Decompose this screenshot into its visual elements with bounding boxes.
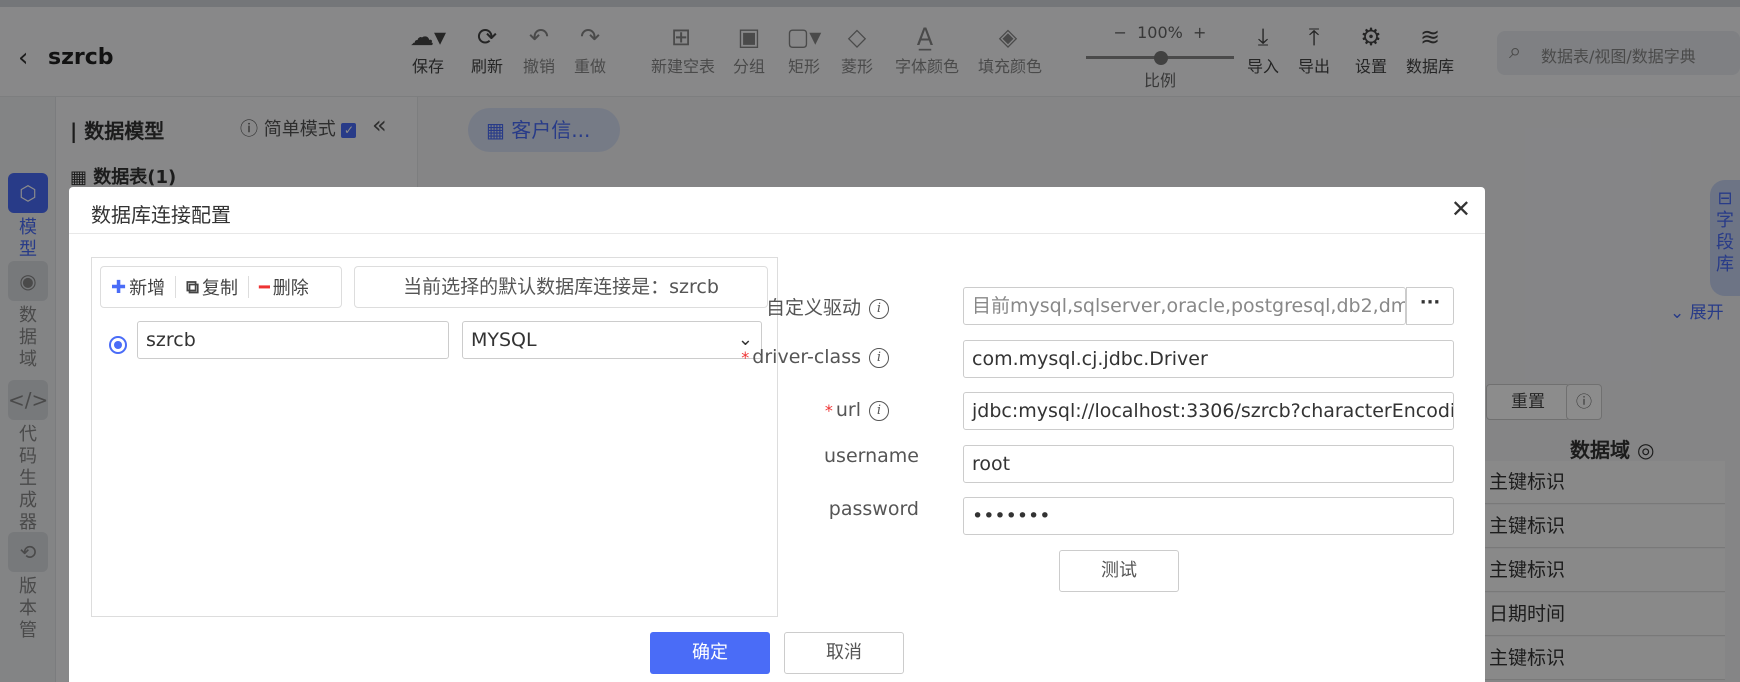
cancel-button[interactable]: 取消 [784,632,904,674]
dialog-header: 数据库连接配置 ✕ [69,187,1485,234]
close-icon[interactable]: ✕ [1451,195,1471,223]
connection-name-input[interactable]: szrcb [137,321,449,359]
plus-icon: ✚ [111,276,127,298]
more-button[interactable]: ··· [1406,287,1454,325]
info-icon[interactable]: i [869,400,889,421]
custom-driver-input[interactable]: 目前mysql,sqlserver,oracle,postgresql,db2,… [963,287,1406,325]
delete-connection-button[interactable]: ━ 删除 [249,276,319,300]
copy-icon: ⧉ [186,276,199,298]
custom-driver-label: 自定义驱动 i [689,293,889,320]
connection-list-panel: ✚ 新增 ⧉ 复制 ━ 删除 当前选择的默认数据库连接是：szrcb szrcb MY… [91,257,778,617]
url-label: * url i [689,399,889,421]
driver-class-input[interactable]: com.mysql.cj.jdbc.Driver [963,340,1454,378]
copy-connection-button[interactable]: ⧉ 复制 [176,276,249,299]
driver-class-label: * driver-class i [689,346,889,368]
ok-button[interactable]: 确定 [650,632,770,674]
connection-toolbar: ✚ 新增 ⧉ 复制 ━ 删除 [100,266,342,308]
connection-radio[interactable] [109,336,127,354]
username-label: username [824,445,919,467]
db-connection-dialog: 数据库连接配置 ✕ ✚ 新增 ⧉ 复制 ━ 删除 当前选择的默认数据库连接是：szrc… [69,187,1485,682]
test-button[interactable]: 测试 [1059,550,1179,592]
url-input[interactable]: jdbc:mysql://localhost:3306/szrcb?charac… [963,392,1454,430]
minus-icon: ━ [258,276,270,298]
password-input[interactable]: ••••••• [963,497,1454,535]
username-input[interactable]: root [963,445,1454,483]
info-icon[interactable]: i [869,347,889,368]
add-connection-button[interactable]: ✚ 新增 [101,276,177,299]
dialog-title: 数据库连接配置 [91,203,231,227]
password-label: password [828,498,919,520]
info-icon[interactable]: i [869,298,889,319]
